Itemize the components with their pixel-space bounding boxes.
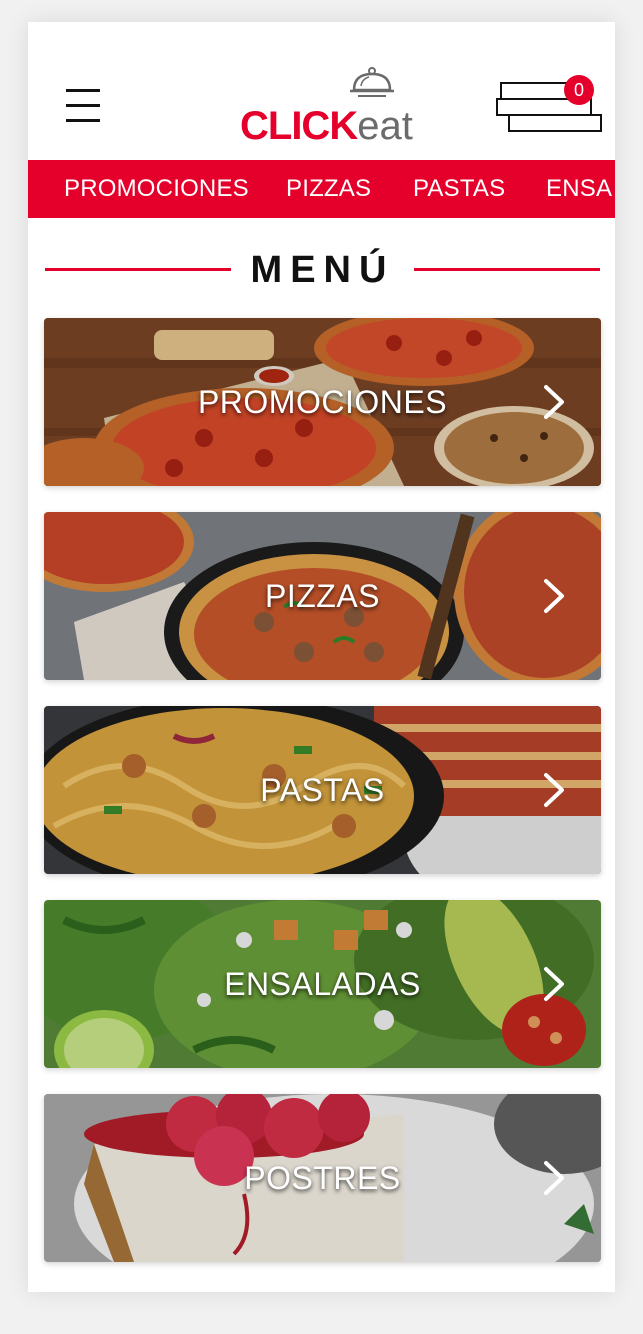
- chevron-right-icon: [544, 1161, 564, 1195]
- page-title: MENÚ: [250, 249, 395, 291]
- nav-item-ensaladas[interactable]: ENSA: [546, 160, 612, 218]
- category-nav: PROMOCIONES PIZZAS PASTAS ENSA: [28, 160, 615, 218]
- logo-wordmark: CLICK eat: [240, 102, 413, 146]
- app-header: CLICK eat 0: [28, 22, 615, 160]
- card-label: PROMOCIONES: [197, 384, 448, 420]
- chevron-right-icon: [544, 579, 564, 613]
- cloche-dome-icon: [350, 67, 394, 97]
- nav-item-promociones[interactable]: PROMOCIONES: [64, 160, 249, 218]
- cart-button[interactable]: 0: [494, 75, 604, 138]
- menu-card-ensaladas[interactable]: ENSALADAS: [44, 900, 601, 1068]
- heading-divider-right: [414, 268, 600, 271]
- card-label: PASTAS: [260, 772, 385, 808]
- menu-heading: MENÚ: [28, 244, 615, 296]
- logo-text-red: CLICK: [240, 104, 358, 148]
- hamburger-menu-icon[interactable]: [66, 87, 102, 125]
- menu-card-postres[interactable]: POSTRES: [44, 1094, 601, 1262]
- chevron-right-icon: [544, 385, 564, 419]
- card-label: ENSALADAS: [224, 966, 421, 1002]
- cart-count-badge: 0: [564, 75, 594, 105]
- chevron-right-icon: [544, 967, 564, 1001]
- menu-card-pizzas[interactable]: PIZZAS: [44, 512, 601, 680]
- chevron-right-icon: [544, 773, 564, 807]
- menu-card-pastas[interactable]: PASTAS: [44, 706, 601, 874]
- nav-item-pastas[interactable]: PASTAS: [413, 160, 505, 218]
- menu-card-promociones[interactable]: PROMOCIONES: [44, 318, 601, 486]
- card-label: PIZZAS: [264, 578, 380, 614]
- heading-divider-left: [45, 268, 231, 271]
- card-label: POSTRES: [244, 1160, 401, 1196]
- clickeat-logo[interactable]: CLICK eat: [240, 66, 413, 146]
- logo-text-gray: eat: [357, 104, 413, 148]
- app-screen: CLICK eat 0 PROMOCIONES PIZZAS PASTAS ENS…: [28, 22, 615, 1292]
- nav-item-pizzas[interactable]: PIZZAS: [286, 160, 371, 218]
